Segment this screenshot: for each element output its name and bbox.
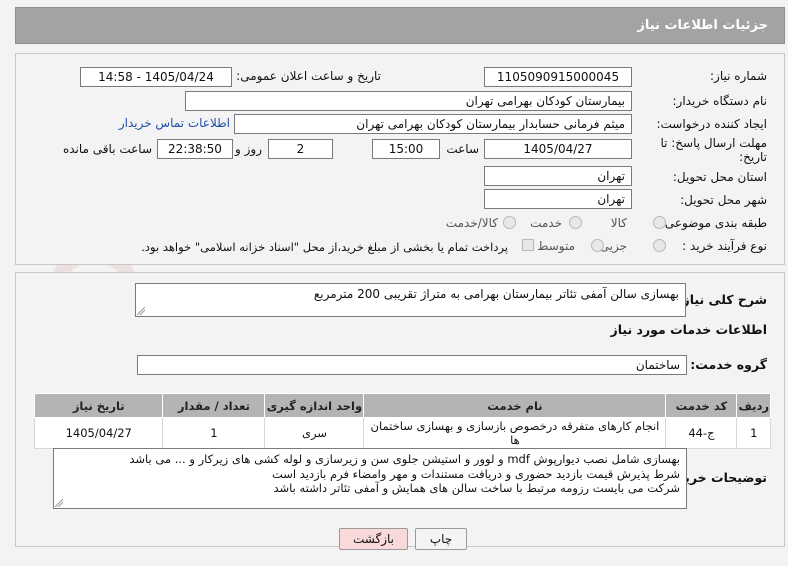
resize-grip-icon[interactable] — [137, 307, 145, 315]
services-table: ردیف کد خدمت نام خدمت واحد اندازه گیری ت… — [33, 393, 771, 449]
print-button[interactable]: چاپ — [415, 528, 467, 550]
service-group-label: گروه خدمت: — [690, 357, 767, 372]
treasury-payment-checkbox[interactable] — [522, 239, 534, 251]
deadline-time-label: ساعت — [446, 142, 479, 156]
process-medium-label: متوسط — [537, 239, 575, 253]
services-section-title: اطلاعات خدمات مورد نیاز — [610, 322, 768, 337]
category-goods-service-label: کالا/خدمت — [445, 216, 498, 230]
col-need-date: تاریخ نیاز — [33, 393, 164, 418]
page-header: جزئیات اطلاعات نیاز — [15, 7, 785, 44]
days-label: روز و — [235, 142, 262, 156]
remaining-time-field: 22:38:50 — [157, 139, 233, 159]
buyer-contact-link[interactable]: اطلاعات تماس خریدار — [119, 116, 230, 130]
cell-row: 1 — [736, 417, 771, 449]
creator-field: میثم فرمانی حسابدار بیمارستان کودکان بهر… — [234, 114, 632, 134]
buyer-note-line: شرکت می بایست رزومه مرتبط با ساخت سالن ه… — [273, 481, 681, 495]
cell-need-date: 1405/04/27 — [33, 417, 164, 449]
cell-quantity: 1 — [162, 417, 266, 449]
col-row: ردیف — [736, 393, 771, 418]
buyer-org-label: نام دستگاه خریدار: — [672, 94, 768, 108]
process-medium-radio[interactable] — [591, 239, 604, 252]
category-goods-label: کالا — [610, 216, 627, 230]
province-field: تهران — [484, 166, 632, 186]
service-group-field: ساختمان — [137, 355, 687, 375]
cell-service-code: ج-44 — [665, 417, 738, 449]
summary-textarea: بهسازی سالن آمفی تئاتر بیمارستان بهرامی … — [135, 283, 686, 317]
cell-unit: سری — [264, 417, 365, 449]
province-label: استان محل تحویل: — [672, 170, 767, 184]
category-goods-service-radio[interactable] — [503, 216, 516, 229]
announce-datetime-label: تاریخ و ساعت اعلان عمومی: — [236, 69, 381, 83]
deadline-date-field: 1405/04/27 — [484, 139, 632, 159]
deadline-time-field: 15:00 — [372, 139, 440, 159]
category-goods-radio[interactable] — [653, 216, 666, 229]
summary-label: شرح کلی نیاز: — [677, 292, 767, 307]
buyer-note-line: شرط پذیرش قیمت بازدید حضوری و دریافت مست… — [271, 466, 680, 481]
col-quantity: تعداد / مقدار — [162, 393, 266, 418]
city-field: تهران — [484, 189, 632, 209]
buyer-notes-textarea: بهسازی شامل نصب دیوارپوش mdf و لوور و اس… — [53, 448, 687, 509]
category-service-radio[interactable] — [569, 216, 582, 229]
summary-text: بهسازی سالن آمفی تئاتر بیمارستان بهرامی … — [313, 287, 679, 301]
col-service-name: نام خدمت — [363, 393, 667, 418]
buyer-note-line: بهسازی شامل نصب دیوارپوش mdf و لوور و اس… — [129, 452, 680, 466]
deadline-date-label: تاریخ: — [739, 150, 767, 164]
col-unit: واحد اندازه گیری — [264, 393, 365, 418]
page-title: جزئیات اطلاعات نیاز — [637, 18, 768, 33]
need-number-field: 1105090915000045 — [484, 67, 632, 87]
cell-service-name: انجام کارهای متفرقه درخصوص بازسازی و بهس… — [363, 417, 667, 449]
table-row: 1 ج-44 انجام کارهای متفرقه درخصوص بازساز… — [33, 417, 771, 449]
need-number-label: شماره نیاز: — [710, 69, 767, 83]
col-service-code: کد خدمت — [665, 393, 738, 418]
remaining-time-label: ساعت باقی مانده — [62, 142, 152, 156]
process-type-label: نوع فرآیند خرید : — [682, 239, 767, 253]
resize-grip-icon[interactable] — [55, 499, 63, 507]
remaining-days-field: 2 — [268, 139, 333, 159]
deadline-label: مهلت ارسال پاسخ: تا — [660, 136, 767, 150]
treasury-payment-note: پرداخت تمام یا بخشی از مبلغ خرید،از محل … — [141, 240, 508, 254]
table-header-row: ردیف کد خدمت نام خدمت واحد اندازه گیری ت… — [33, 393, 771, 418]
category-label: طبقه بندی موضوعی: — [660, 216, 767, 230]
category-service-label: خدمت — [530, 216, 562, 230]
buyer-org-field: بیمارستان کودکان بهرامی تهران — [185, 91, 632, 111]
process-partial-radio[interactable] — [653, 239, 666, 252]
announce-datetime-field: 1405/04/24 - 14:58 — [80, 67, 232, 87]
creator-label: ایجاد کننده درخواست: — [656, 117, 767, 131]
city-label: شهر محل تحویل: — [680, 193, 767, 207]
back-button[interactable]: بازگشت — [339, 528, 408, 550]
